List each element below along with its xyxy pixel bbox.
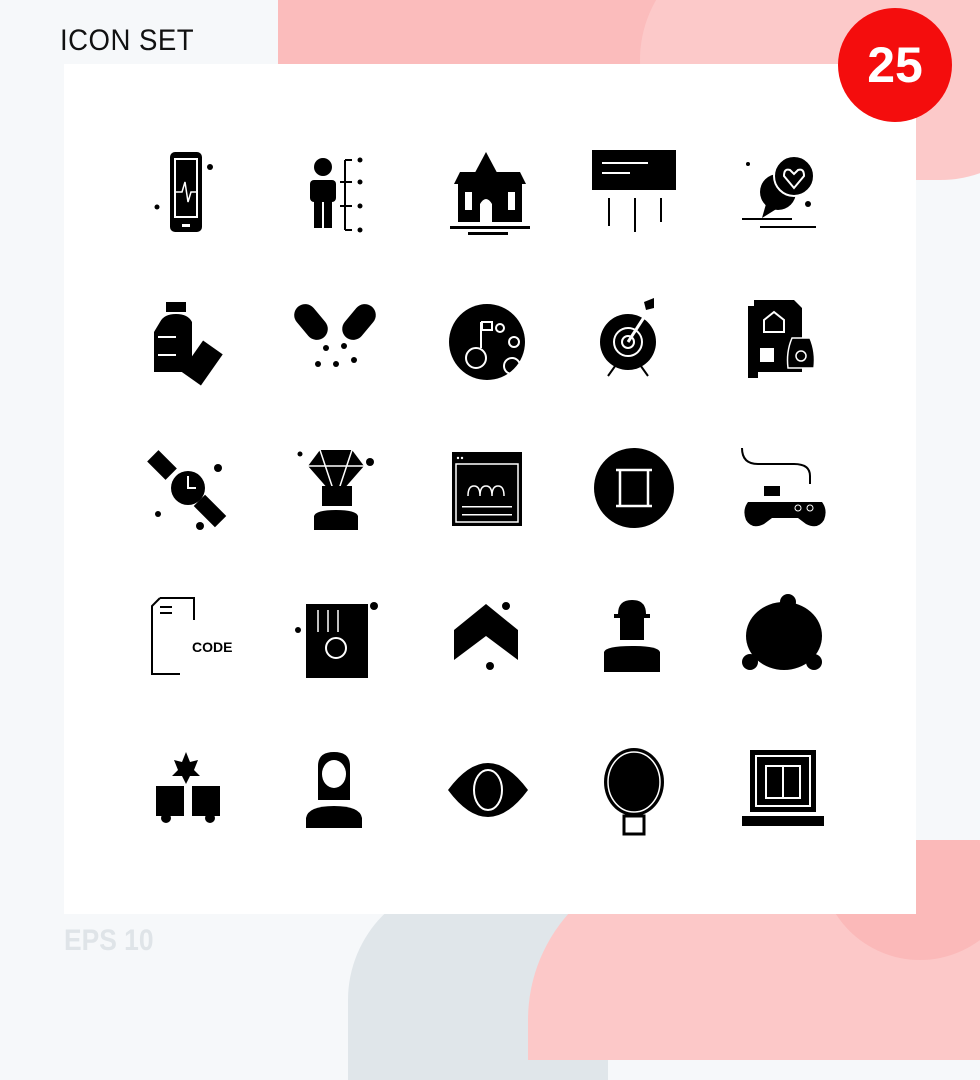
house-icon[interactable] (440, 142, 540, 242)
count-badge-label: 25 (867, 37, 923, 93)
eye-icon[interactable] (440, 740, 540, 840)
engineer-icon[interactable] (588, 590, 688, 690)
target-arrow-icon[interactable] (588, 292, 688, 392)
moon-flag-icon[interactable] (440, 292, 540, 392)
property-document-money-icon[interactable] (738, 292, 838, 392)
page-title: ICON SET (60, 24, 195, 57)
love-chat-icon[interactable] (738, 142, 838, 242)
person-height-icon[interactable] (290, 142, 390, 242)
web-group-icon[interactable] (440, 440, 540, 540)
laptop-window-icon[interactable] (738, 740, 838, 840)
circle-frame-icon[interactable] (588, 440, 688, 540)
diamond-head-icon[interactable] (290, 440, 390, 540)
capsule-icon[interactable] (290, 292, 390, 392)
mobile-heartbeat-icon[interactable] (140, 142, 240, 242)
bun-icon[interactable] (738, 590, 838, 690)
document-settings-icon[interactable] (290, 590, 390, 690)
medicine-bottle-pills-icon[interactable] (140, 292, 240, 392)
wrist-watch-icon[interactable] (140, 440, 240, 540)
woman-avatar-icon[interactable] (290, 740, 390, 840)
svg-text:CODE: CODE (192, 639, 232, 655)
billboard-icon[interactable] (588, 142, 688, 242)
gamepad-icon[interactable] (738, 440, 838, 540)
code-file-icon[interactable]: CODE (140, 590, 240, 690)
format-label: EPS 10 (64, 924, 154, 957)
car-crash-icon[interactable] (140, 740, 240, 840)
count-badge: 25 (838, 8, 952, 122)
petri-dish-icon[interactable] (588, 740, 688, 840)
arrow-up-icon[interactable] (440, 590, 540, 690)
